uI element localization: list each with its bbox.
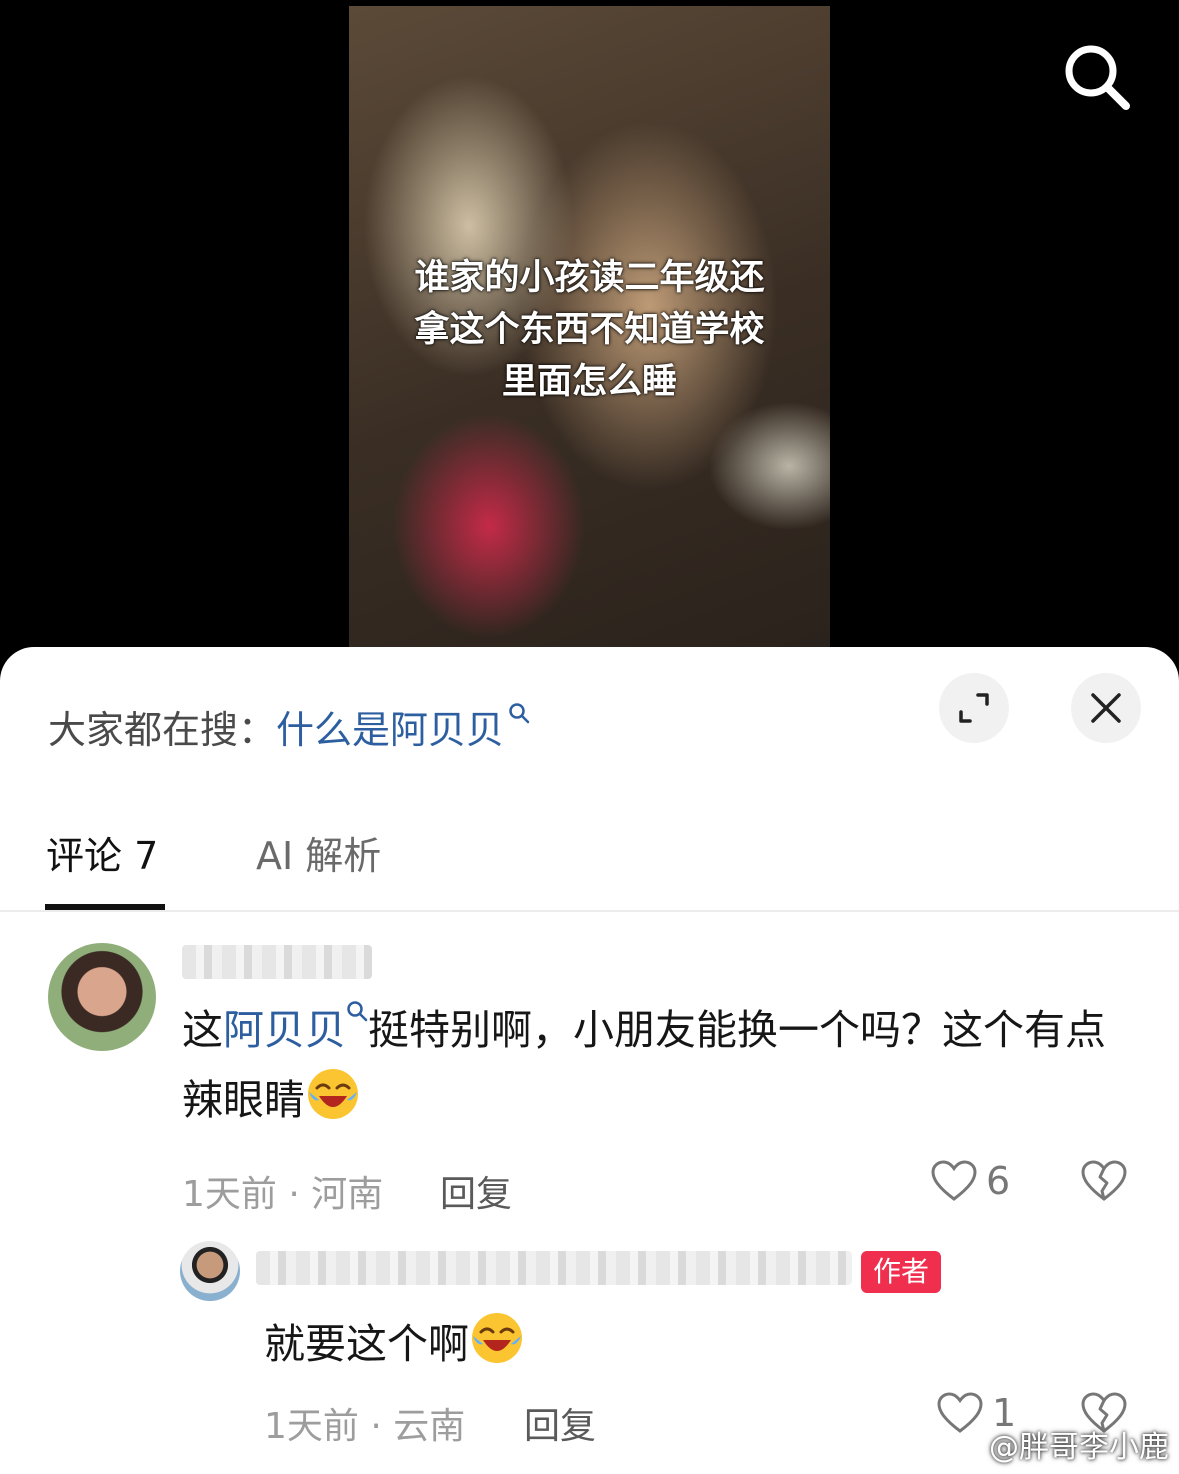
video-caption: 谁家的小孩读二年级还 拿这个东西不知道学校 里面怎么睡: [349, 252, 830, 408]
username-blurred[interactable]: [256, 1251, 852, 1285]
reply-text: 就要这个啊: [264, 1309, 1084, 1379]
laugh-cry-emoji: [308, 1069, 358, 1119]
active-tab-indicator: [45, 904, 165, 910]
broken-heart-icon: [1081, 1160, 1127, 1201]
author-badge: 作者: [861, 1251, 942, 1293]
avatar[interactable]: [180, 1241, 240, 1301]
watermark-text: @胖哥李小鹿: [989, 1430, 1169, 1465]
caption-line-2: 拿这个东西不知道学校: [414, 310, 765, 350]
heart-icon: [931, 1160, 977, 1201]
laugh-cry-emoji: [472, 1313, 522, 1363]
video-player[interactable]: 谁家的小孩读二年级还 拿这个东西不知道学校 里面怎么睡: [0, 0, 1179, 660]
search-suggestion[interactable]: 大家都在搜： 什么是阿贝贝: [48, 699, 530, 754]
comment-text-before: 这: [182, 1006, 223, 1054]
search-icon: [347, 1001, 368, 1022]
reply-button[interactable]: 回复: [440, 1165, 512, 1217]
caption-line-1: 谁家的小孩读二年级还: [414, 258, 765, 298]
tab-comments[interactable]: 评论 7: [46, 825, 158, 880]
search-icon: [509, 702, 530, 723]
dislike-button[interactable]: [1080, 1159, 1128, 1203]
tab-ai-analysis[interactable]: AI 解析: [256, 825, 381, 880]
video-frame[interactable]: 谁家的小孩读二年级还 拿这个东西不知道学校 里面怎么睡: [349, 6, 830, 647]
suggestion-query[interactable]: 什么是阿贝贝: [276, 699, 504, 754]
comment-item: 这阿贝贝 挺特别啊，小朋友能换一个吗？这个有点辣眼睛 1天前 · 河南 回复 6: [0, 937, 1179, 1227]
suggestion-prefix: 大家都在搜：: [48, 708, 277, 752]
weibo-logo-icon: [947, 1431, 982, 1459]
tab-bar: 评论 7 AI 解析: [0, 825, 1179, 912]
search-button[interactable]: [1060, 40, 1132, 112]
caption-line-3: 里面怎么睡: [501, 362, 677, 402]
close-button[interactable]: [1071, 673, 1141, 743]
watermark: @胖哥李小鹿: [947, 1422, 1169, 1466]
expand-button[interactable]: [939, 673, 1009, 743]
close-icon: [1091, 693, 1121, 723]
expand-icon: [959, 693, 989, 723]
comment-time-location: 1天前 · 河南: [182, 1174, 384, 1215]
comment-sheet: 大家都在搜： 什么是阿贝贝 评论 7 AI 解析 这阿贝贝 挺特别啊，小朋友能换一…: [0, 647, 1179, 1474]
like-count: 6: [986, 1159, 1011, 1203]
search-icon: [1065, 45, 1130, 110]
username-blurred[interactable]: [182, 945, 372, 979]
reply-button[interactable]: 回复: [524, 1397, 596, 1449]
reply-time-location: 1天前 · 云南: [264, 1406, 466, 1447]
like-button[interactable]: 6: [930, 1159, 1010, 1203]
reply-text-content: 就要这个啊: [264, 1320, 469, 1368]
avatar[interactable]: [48, 943, 156, 1051]
comment-search-link[interactable]: 阿贝贝: [223, 1006, 346, 1054]
comment-text: 这阿贝贝 挺特别啊，小朋友能换一个吗？这个有点辣眼睛: [182, 995, 1112, 1135]
